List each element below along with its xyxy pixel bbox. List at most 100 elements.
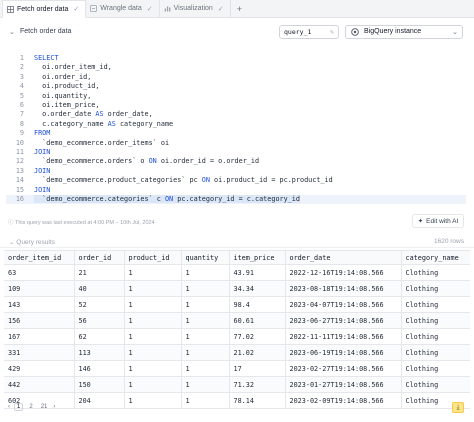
table-cell: 150 [74,376,125,393]
code-text: `demo_ecommerce.orders` o ON oi.order_id… [34,157,259,165]
data-source-select[interactable]: BigQuery instance ⌄ [345,25,463,39]
results-toggle[interactable]: ⌄ Query results [9,238,55,246]
code-text: JOIN [34,148,50,156]
code-text: oi.product_id, [34,82,99,90]
code-line[interactable]: 14 `demo_ecommerce.product_categories` p… [6,176,466,185]
code-line[interactable]: 9 FROM [6,129,466,138]
code-line[interactable]: 1 SELECT [6,54,466,63]
page-21-button[interactable]: 21 [39,404,50,410]
edit-with-ai-label: Edit with AI [426,217,459,225]
table-cell: 2023-04-07T19:14:08.566 [285,296,402,313]
sparkle-icon: ✦ [417,218,424,225]
table-cell: 1 [181,296,230,313]
code-token: oi.order_id = o.order_id [156,157,260,166]
download-icon: ⤓ [456,403,460,411]
code-line[interactable]: 13 JOIN [6,167,466,176]
table-cell: 2023-06-19T19:14:08.566 [285,344,402,361]
code-line[interactable]: 11 JOIN [6,148,466,157]
code-line[interactable]: 7 o.order_date AS order_date, [6,110,466,119]
line-number: 7 [19,110,24,119]
column-header[interactable]: order_date [285,250,402,265]
add-tab-button[interactable]: + [231,0,248,17]
line-number: 16 [15,195,24,203]
column-header[interactable]: order_item_id [4,250,75,265]
grid-icon [7,5,14,13]
table-cell: Clothing [401,264,470,281]
table-cell: 1 [181,312,230,329]
column-header[interactable]: quantity [181,250,230,265]
code-token: oi.order_id, [34,72,92,81]
page-2-button[interactable]: 2 [27,404,34,410]
table-cell: Clothing [401,312,470,329]
table-row: 167 62 1 1 77.02 2022-11-11T19:14:08.566 Cloth… [4,328,470,345]
table-cell: 1 [124,376,182,393]
code-line[interactable]: 3 oi.order_id, [6,73,466,82]
table-cell: 56 [74,312,125,329]
code-line[interactable]: 2 oi.order_item_id, [6,63,466,72]
prev-page-button[interactable]: ‹ [8,404,10,410]
column-header[interactable]: order_id [74,250,125,265]
table-cell: 113 [74,344,125,361]
column-header[interactable]: item_price [229,250,286,265]
table-row: 63 21 1 1 43.91 2022-12-16T19:14:08.566 Clothi… [4,264,470,281]
table-cell: 17 [229,360,286,377]
sql-keyword: ON [164,195,174,203]
code-token: `demo_ecommerce.categories` c [34,195,165,203]
code-text: c.category_name AS category_name [34,120,173,128]
download-button[interactable]: ⤓ [452,402,464,413]
column-header[interactable]: product_id [124,250,182,265]
table-cell: 429 [4,360,75,377]
table-cell: Clothing [401,360,470,377]
tab-visualization[interactable]: Visualization ✓ [160,0,231,17]
code-text: JOIN [34,167,50,175]
code-line[interactable]: 4 oi.product_id, [6,82,466,91]
code-line[interactable]: 15 JOIN [6,186,466,195]
table-cell: 2023-02-09T19:14:08.566 [285,392,402,409]
table-cell: 40 [74,280,125,297]
line-number: 11 [15,148,24,156]
tab-fetch-order-data[interactable]: Fetch order data ✓ [2,0,87,18]
results-table: order_item_id order_id product_id quantity i… [4,250,470,409]
table-cell: 109 [4,280,75,297]
variable-name-value: query_1 [284,28,312,36]
code-token: oi.product_id, [34,82,100,91]
tab-wrangle-data[interactable]: Wrangle data ✓ [86,0,160,17]
table-cell: 43.91 [229,264,286,281]
table-row: 602 204 1 1 78.14 2023-02-09T19:14:08.566 Clot… [4,392,470,409]
code-line[interactable]: 16 `demo_ecommerce.categories` c ON pc.c… [6,195,466,204]
edit-with-ai-button[interactable]: ✦ Edit with AI [412,214,464,228]
table-cell: Clothing [401,344,470,361]
check-icon: ✓ [146,5,153,13]
table-cell: 2023-06-27T19:14:08.566 [285,312,402,329]
code-token: oi.order_item_id, [34,63,112,72]
wrangle-icon [90,5,98,12]
code-line[interactable]: 10 `demo_ecommerce.order_items` oi [6,139,466,148]
table-cell: 2022-11-11T19:14:08.566 [285,328,402,345]
code-line[interactable]: 12 `demo_ecommerce.orders` o ON oi.order… [6,157,466,166]
results-label: Query results [16,239,55,246]
tab-label: Fetch order data [17,5,69,13]
table-cell: 60.61 [229,312,286,329]
line-number: 15 [15,185,24,194]
code-text: oi.order_id, [34,73,91,81]
code-line[interactable]: 8 c.category_name AS category_name [6,120,466,129]
table-cell: 77.02 [229,328,286,345]
line-number: 6 [19,101,24,109]
table-cell: Clothing [401,280,470,297]
line-number: 14 [15,176,24,185]
sql-editor[interactable]: 1 SELECT 2 oi.order_item_id, 3 oi.order_id,… [6,50,466,206]
variable-name-input[interactable]: query_1 ✎ [279,25,339,39]
line-number: 1 [19,54,24,62]
code-token: oi.product_id = pc.product_id [209,176,333,185]
next-page-button[interactable]: › [53,404,55,410]
table-cell: 78.14 [229,392,286,409]
code-text: oi.order_item_id, [34,63,112,71]
code-token: `demo_ecommerce.order_items` oi [34,138,170,147]
page-1-button[interactable]: 1 [14,403,24,411]
sql-keyword: JOIN [34,185,51,194]
code-line[interactable]: 6 oi.item_price, [6,101,466,110]
column-header[interactable]: category_name [401,250,470,265]
code-line[interactable]: 5 oi.quantity, [6,92,466,101]
collapse-chevron-icon[interactable]: ⌄ [9,28,15,36]
table-cell: 52 [74,296,125,313]
